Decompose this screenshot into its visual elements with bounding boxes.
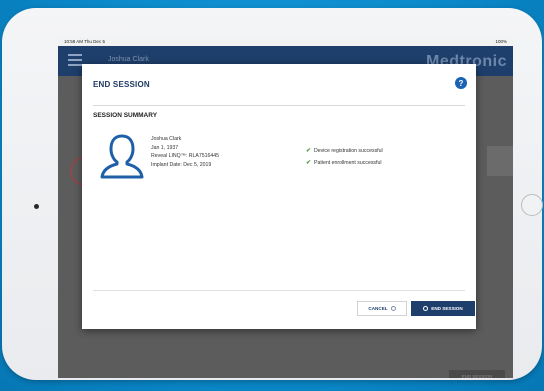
end-session-dialog: END SESSION ? SESSION SUMMARY Joshua Cla… bbox=[82, 64, 476, 329]
patient-info: Joshua Clark Jan 1, 1937 Reveal LINQ™: R… bbox=[151, 135, 219, 169]
section-title: SESSION SUMMARY bbox=[93, 112, 158, 119]
help-icon[interactable]: ? bbox=[455, 77, 467, 89]
session-results: ✔ Device registration successful ✔ Patie… bbox=[306, 145, 383, 169]
circle-x-icon bbox=[390, 306, 396, 311]
status-battery: 100% bbox=[495, 39, 507, 44]
home-button[interactable] bbox=[521, 194, 543, 216]
end-session-button[interactable]: END SESSION bbox=[411, 301, 475, 316]
cancel-button[interactable]: CANCEL bbox=[357, 301, 407, 316]
result-text: Patient enrollment successful bbox=[314, 160, 382, 166]
result-text: Device registration successful bbox=[314, 148, 383, 154]
tablet-frame: 10:58 AM Thu Dec 5 100% Joshua Clark Med… bbox=[2, 8, 543, 380]
patient-dob: Jan 1, 1937 bbox=[151, 144, 179, 151]
tablet-screen: 10:58 AM Thu Dec 5 100% Joshua Clark Med… bbox=[58, 37, 513, 378]
result-item: ✔ Device registration successful bbox=[306, 145, 383, 157]
patient-implant-date: Implant Date: Dec 5, 2019 bbox=[151, 161, 212, 168]
user-outline-icon bbox=[100, 134, 144, 179]
checkmark-icon: ✔ bbox=[306, 160, 312, 166]
footer-divider bbox=[93, 290, 465, 291]
cancel-button-label: CANCEL bbox=[368, 306, 388, 311]
patient-device: Reveal LINQ™: RLA7516445 bbox=[151, 153, 220, 159]
patient-name: Joshua Clark bbox=[151, 136, 182, 142]
title-divider bbox=[93, 105, 465, 106]
status-bar: 10:58 AM Thu Dec 5 100% bbox=[58, 37, 513, 46]
result-item: ✔ Patient enrollment successful bbox=[306, 157, 383, 169]
status-time: 10:58 AM Thu Dec 5 bbox=[64, 39, 105, 44]
menu-icon[interactable] bbox=[68, 54, 82, 66]
background-end-session-button: END SESSION bbox=[449, 370, 505, 378]
checkmark-icon: ✔ bbox=[306, 148, 312, 154]
header-patient-name: Joshua Clark bbox=[108, 56, 149, 63]
circle-icon bbox=[423, 306, 429, 311]
background-panel bbox=[487, 146, 513, 176]
camera-icon bbox=[34, 204, 39, 209]
end-session-button-label: END SESSION bbox=[431, 306, 463, 311]
dialog-title: END SESSION bbox=[93, 80, 150, 89]
